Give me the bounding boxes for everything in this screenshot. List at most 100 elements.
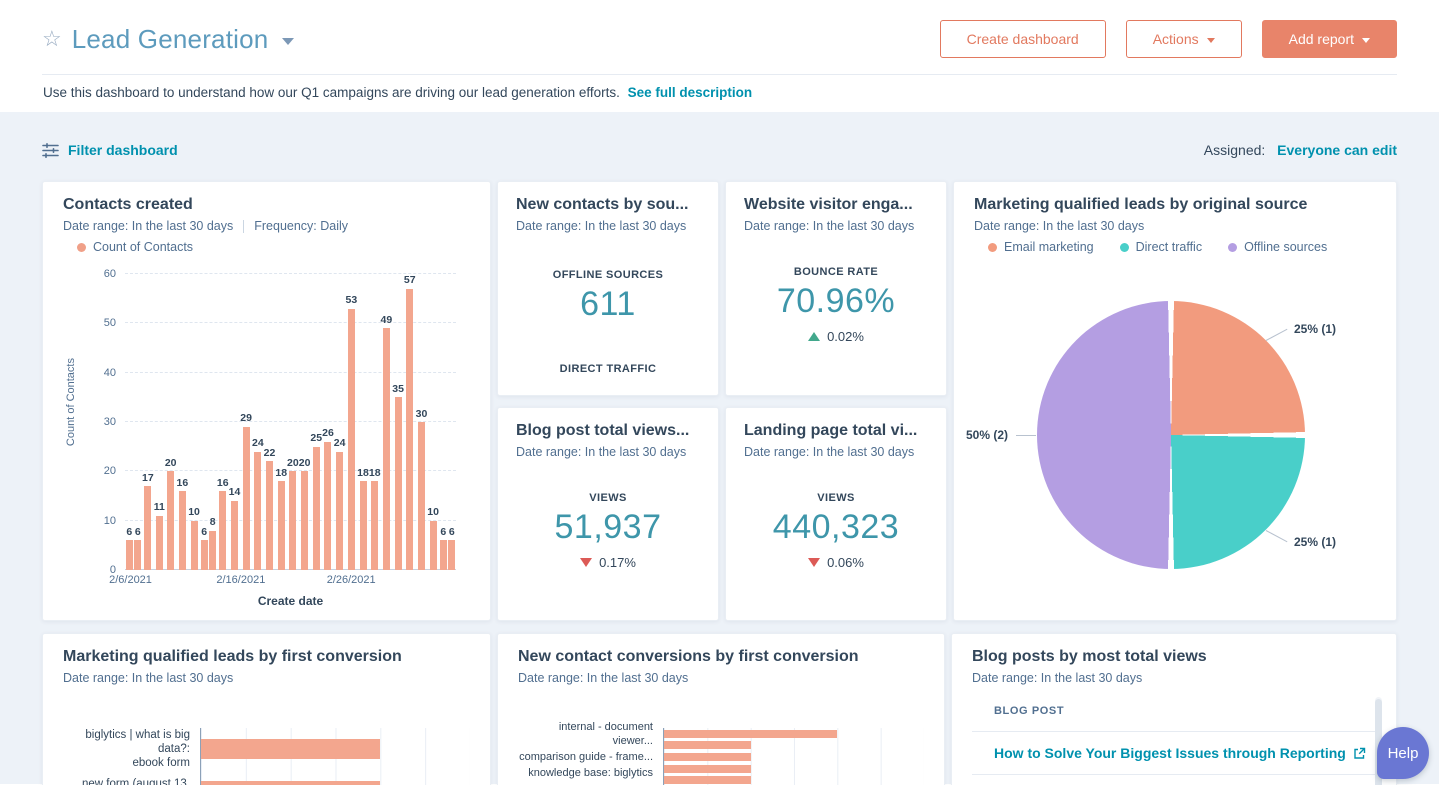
delta-value: 0.02% [827,329,864,344]
bar [201,781,381,785]
actions-label: Actions [1152,31,1199,47]
assigned-value-link[interactable]: Everyone can edit [1277,142,1397,158]
filter-sliders-icon [42,142,59,158]
bar [394,397,402,570]
bar [301,471,309,570]
assigned-label: Assigned: [1203,142,1266,158]
favorite-star-icon[interactable]: ☆ [42,28,62,50]
blog-post-link[interactable]: How to Solve Your Biggest Issues through… [994,745,1366,761]
bar-value-label: 24 [333,437,346,450]
dashboard-body: Filter dashboard Assigned: Everyone can … [0,112,1439,785]
bar-chart-plot-area: 0 10 20 30 40 50 60 6 6 17 11 20 16 10 6 8 16 14 29 24 22 18 2… [104,268,456,576]
table-row: biglytics | what is big data?: ebook for… [63,728,470,770]
bar-value-label: 16 [216,476,229,489]
help-button[interactable]: Help [1377,727,1429,779]
create-dashboard-label: Create dashboard [966,31,1079,47]
bar-column: 18 [369,468,381,570]
bar [190,520,198,570]
blog-post-title: How to Solve Your Biggest Issues through… [994,745,1346,761]
date-range: Date range: In the last 30 days [63,671,234,685]
callout-line [1265,530,1288,543]
metric-value: 70.96% [776,282,896,320]
frequency: Frequency: Daily [254,219,349,233]
bar [125,540,133,570]
table-row: knowledge base: biglytics ... [518,767,924,785]
bar-column: 22 [263,446,276,570]
bar [277,481,285,570]
bar-track [663,774,924,785]
card-website-visitor-engagement: Website visitor enga... Date range: In t… [725,181,947,396]
dashboard-description: Use this dashboard to understand how our… [43,85,620,100]
legend-label: Count of Contacts [93,240,194,254]
bar [254,451,262,570]
metric-value: 611 [580,284,636,323]
bar-column: 53 [345,295,357,570]
y-tick-label: 50 [103,317,116,330]
table-column-header: BLOG POST [972,697,1376,732]
card-new-contacts-by-source: New contacts by sou... Date range: In th… [497,181,719,396]
metric-label: OFFLINE SOURCES [552,268,664,281]
bar-value-label: 25 [310,432,323,445]
down-triangle-icon [808,557,821,567]
card-title: Contacts created [63,196,193,213]
bar [209,530,217,570]
category-label: biglytics | what is big data?: ebook for… [85,729,190,769]
contacts-bar-chart: Count of Contacts 0 10 20 30 40 50 60 6 6 17 11 20 1… [63,262,470,610]
pie-slice-callout: 25% (1) [1294,322,1337,336]
bar-column: 20 [287,458,299,570]
bar [664,764,751,773]
bar-column: 10 [188,507,200,570]
bar-value-label: 10 [188,506,200,519]
bar [178,491,186,570]
bar [406,288,414,570]
x-tick-label: 2/26/2021 [326,574,376,586]
delta-value: 0.17% [599,554,636,570]
card-title: Marketing qualified leads by first conve… [63,648,402,665]
date-range: Date range: In the last 30 days [518,671,689,685]
bar-value-label: 6 [201,525,208,538]
bar-value-label: 29 [240,412,252,425]
bar-value-label: 18 [368,466,381,479]
title-dropdown-caret-icon[interactable] [282,37,295,45]
bar-column: 26 [322,428,334,570]
blog-posts-table: BLOG POST How to Solve Your Biggest Issu… [972,697,1382,785]
up-triangle-icon [808,332,821,341]
add-report-button[interactable]: Add report [1261,20,1397,58]
actions-button[interactable]: Actions [1125,20,1242,58]
metric-value: 51,937 [554,507,662,546]
bar-value-label: 49 [380,313,393,326]
bar-track [663,762,924,775]
y-tick-label: 20 [103,465,116,478]
bar [155,515,163,570]
bar-column: 6 [439,527,448,570]
bar-column: 14 [229,487,240,570]
bar-value-label: 22 [263,446,276,459]
bar-value-label: 18 [357,466,369,479]
bar-track [663,751,924,763]
external-link-icon [1354,747,1366,759]
bar-column: 6 [125,527,134,570]
filter-dashboard-button[interactable]: Filter dashboard [42,142,178,158]
horizontal-bar-chart: biglytics | what is big data?: ebook for… [63,728,470,785]
category-label: knowledge base: biglytics ... [528,767,653,785]
card-mql-by-first-conversion: Marketing qualified leads by first conve… [42,633,491,785]
metric-value: 440,323 [772,507,900,546]
create-dashboard-button[interactable]: Create dashboard [939,20,1106,58]
card-mql-by-original-source: Marketing qualified leads by original so… [953,181,1397,621]
bar-column: 57 [404,275,416,570]
card-title: Blog post total views... [516,422,690,439]
bar [266,461,274,570]
see-full-description-link[interactable]: See full description [628,85,753,100]
add-report-label: Add report [1288,31,1354,47]
bar-column: 18 [357,468,369,570]
bar [219,491,227,570]
bar [167,471,175,570]
card-blog-posts-by-views: Blog posts by most total views Date rang… [951,633,1397,785]
card-title: New contact conversions by first convers… [518,648,859,665]
table-row: How to Solve Your Biggest Issues through… [972,732,1376,775]
bar [242,426,250,570]
date-range: Date range: In the last 30 days [63,219,234,233]
bar [429,520,437,570]
bar-track [663,739,924,752]
bar-column: 24 [333,437,346,570]
